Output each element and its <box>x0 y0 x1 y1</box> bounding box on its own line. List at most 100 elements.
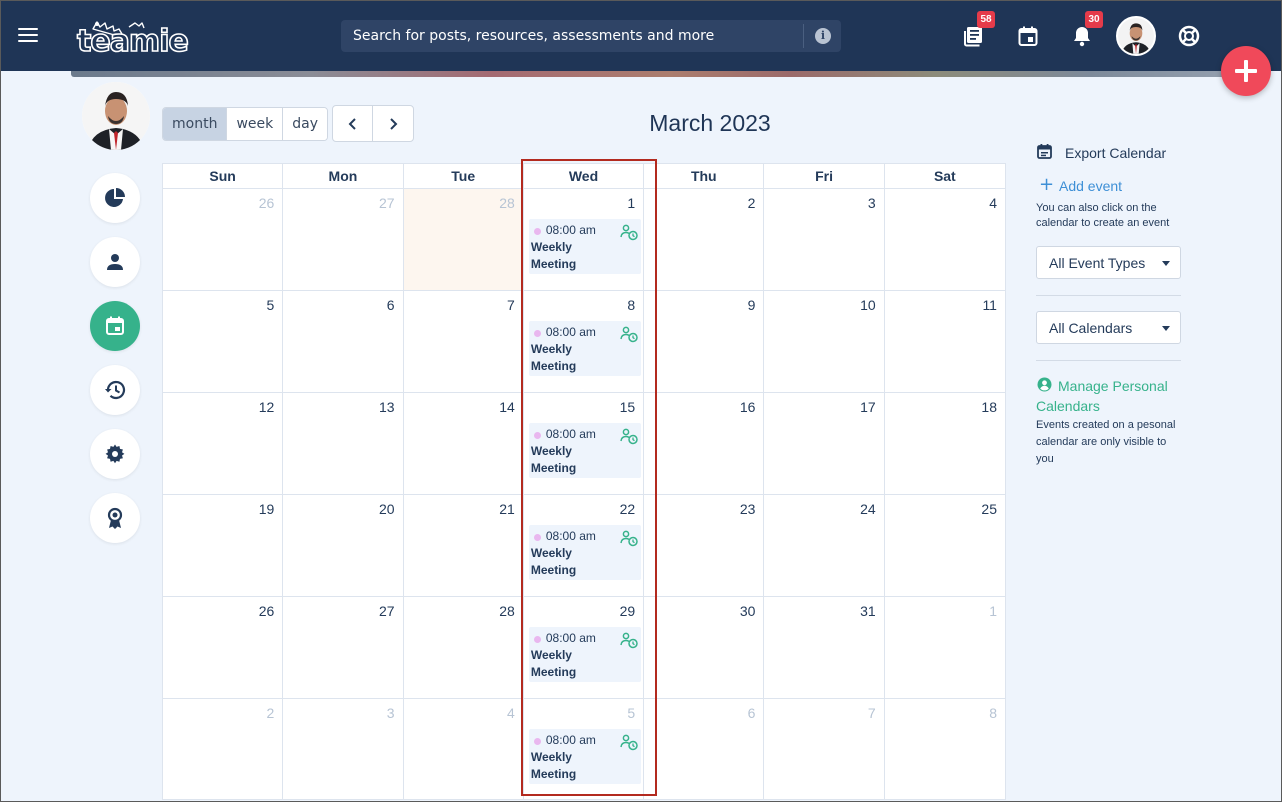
day-number[interactable]: 4 <box>507 705 515 721</box>
calendar-day-cell[interactable]: 17 <box>764 393 885 494</box>
day-number[interactable]: 3 <box>387 705 395 721</box>
calendar-day-cell[interactable]: 6 <box>644 699 765 799</box>
day-number[interactable]: 28 <box>499 195 515 211</box>
day-number[interactable]: 18 <box>981 399 997 415</box>
calendar-day-cell[interactable]: 2 <box>644 189 765 290</box>
calendar-day-cell[interactable]: 8 08:00 am Weekly Meeting <box>524 291 645 392</box>
day-number[interactable]: 21 <box>499 501 515 517</box>
calendar-day-cell[interactable]: 13 <box>283 393 404 494</box>
day-number[interactable]: 5 <box>627 705 635 721</box>
day-number[interactable]: 2 <box>266 705 274 721</box>
teamie-logo[interactable]: teamie <box>76 15 190 57</box>
calendar-event[interactable]: 08:00 am Weekly Meeting <box>528 321 642 376</box>
day-number[interactable]: 30 <box>740 603 756 619</box>
day-number[interactable]: 8 <box>989 705 997 721</box>
day-number[interactable]: 26 <box>259 603 275 619</box>
calendar-day-cell[interactable]: 26 <box>163 189 284 290</box>
calendar-day-cell[interactable]: 15 08:00 am Weekly Meeting <box>524 393 645 494</box>
calendar-day-cell[interactable]: 10 <box>764 291 885 392</box>
day-number[interactable]: 31 <box>860 603 876 619</box>
calendar-day-cell[interactable]: 31 <box>764 597 885 698</box>
create-fab-button[interactable] <box>1221 46 1271 96</box>
calendar-event[interactable]: 08:00 am Weekly Meeting <box>528 525 642 580</box>
calendar-day-cell[interactable]: 16 <box>644 393 765 494</box>
day-number[interactable]: 19 <box>259 501 275 517</box>
calendar-day-cell[interactable]: 8 <box>885 699 1005 799</box>
calendar-day-cell[interactable]: 26 <box>163 597 284 698</box>
info-icon[interactable]: i <box>815 28 831 44</box>
calendar-day-cell[interactable]: 4 <box>885 189 1005 290</box>
calendar-day-cell[interactable]: 19 <box>163 495 284 596</box>
profile-avatar[interactable] <box>82 82 150 150</box>
calendar-day-cell[interactable]: 5 08:00 am Weekly Meeting <box>524 699 645 799</box>
day-number[interactable]: 15 <box>620 399 636 415</box>
day-number[interactable]: 9 <box>748 297 756 313</box>
search-input[interactable]: Search for posts, resources, assessments… <box>353 28 714 44</box>
day-number[interactable]: 10 <box>860 297 876 313</box>
calendar-day-cell[interactable]: 5 <box>163 291 284 392</box>
next-month-button[interactable] <box>373 106 413 141</box>
day-number[interactable]: 24 <box>860 501 876 517</box>
day-number[interactable]: 20 <box>379 501 395 517</box>
day-number[interactable]: 22 <box>620 501 636 517</box>
calendar-day-cell[interactable]: 22 08:00 am Weekly Meeting <box>524 495 645 596</box>
calendar-day-cell[interactable]: 4 <box>404 699 524 799</box>
day-number[interactable]: 1 <box>627 195 635 211</box>
previous-month-button[interactable] <box>333 106 373 141</box>
event-types-dropdown[interactable]: All Event Types <box>1036 246 1181 279</box>
calendar-day-cell[interactable]: 28 <box>403 189 524 290</box>
day-number[interactable]: 28 <box>499 603 515 619</box>
calendar-day-cell[interactable]: 2 <box>163 699 284 799</box>
calendar-day-cell[interactable]: 20 <box>283 495 404 596</box>
calendar-day-cell[interactable]: 29 08:00 am Weekly Meeting <box>524 597 645 698</box>
calendar-day-cell[interactable]: 14 <box>404 393 524 494</box>
export-calendar-link[interactable]: Export Calendar <box>1036 142 1196 164</box>
calendar-day-cell[interactable]: 1 08:00 am Weekly Meeting <box>524 189 645 290</box>
calendar-day-cell[interactable]: 23 <box>644 495 765 596</box>
hamburger-menu-icon[interactable] <box>18 27 38 43</box>
calendar-day-cell[interactable]: 1 <box>885 597 1005 698</box>
day-number[interactable]: 1 <box>989 603 997 619</box>
day-number[interactable]: 7 <box>507 297 515 313</box>
day-number[interactable]: 13 <box>379 399 395 415</box>
calendar-day-cell[interactable]: 24 <box>764 495 885 596</box>
global-search-bar[interactable]: Search for posts, resources, assessments… <box>341 20 841 52</box>
rail-history-button[interactable] <box>90 365 140 415</box>
day-number[interactable]: 7 <box>868 705 876 721</box>
rail-analytics-button[interactable] <box>90 173 140 223</box>
day-number[interactable]: 26 <box>259 195 275 211</box>
day-number[interactable]: 14 <box>499 399 515 415</box>
calendar-day-cell[interactable]: 27 <box>283 597 404 698</box>
day-number[interactable]: 29 <box>620 603 636 619</box>
notifications-button[interactable]: 30 <box>1070 11 1103 48</box>
calendar-day-cell[interactable]: 21 <box>404 495 524 596</box>
view-week-button[interactable]: week <box>227 108 284 140</box>
rail-calendar-button[interactable] <box>90 301 140 351</box>
rail-profile-button[interactable] <box>90 237 140 287</box>
day-number[interactable]: 6 <box>387 297 395 313</box>
day-number[interactable]: 17 <box>860 399 876 415</box>
day-number[interactable]: 12 <box>259 399 275 415</box>
calendar-day-cell[interactable]: 3 <box>764 189 885 290</box>
day-number[interactable]: 16 <box>740 399 756 415</box>
calendar-event[interactable]: 08:00 am Weekly Meeting <box>528 627 642 682</box>
day-number[interactable]: 27 <box>379 195 395 211</box>
calendar-event[interactable]: 08:00 am Weekly Meeting <box>528 423 642 478</box>
calendar-day-cell[interactable]: 27 <box>283 189 404 290</box>
day-number[interactable]: 11 <box>982 297 997 313</box>
day-number[interactable]: 8 <box>627 297 635 313</box>
calendar-day-cell[interactable]: 11 <box>885 291 1005 392</box>
calendar-day-cell[interactable]: 3 <box>283 699 404 799</box>
view-day-button[interactable]: day <box>283 108 328 140</box>
day-number[interactable]: 2 <box>748 195 756 211</box>
help-button[interactable] <box>1177 24 1201 48</box>
calendar-day-cell[interactable]: 25 <box>885 495 1005 596</box>
day-number[interactable]: 27 <box>379 603 395 619</box>
calendar-top-button[interactable] <box>1016 24 1040 48</box>
rail-badges-button[interactable] <box>90 493 140 543</box>
calendar-day-cell[interactable]: 6 <box>283 291 404 392</box>
day-number[interactable]: 5 <box>266 297 274 313</box>
view-month-button[interactable]: month <box>163 108 228 140</box>
day-number[interactable]: 6 <box>748 705 756 721</box>
day-number[interactable]: 25 <box>981 501 997 517</box>
